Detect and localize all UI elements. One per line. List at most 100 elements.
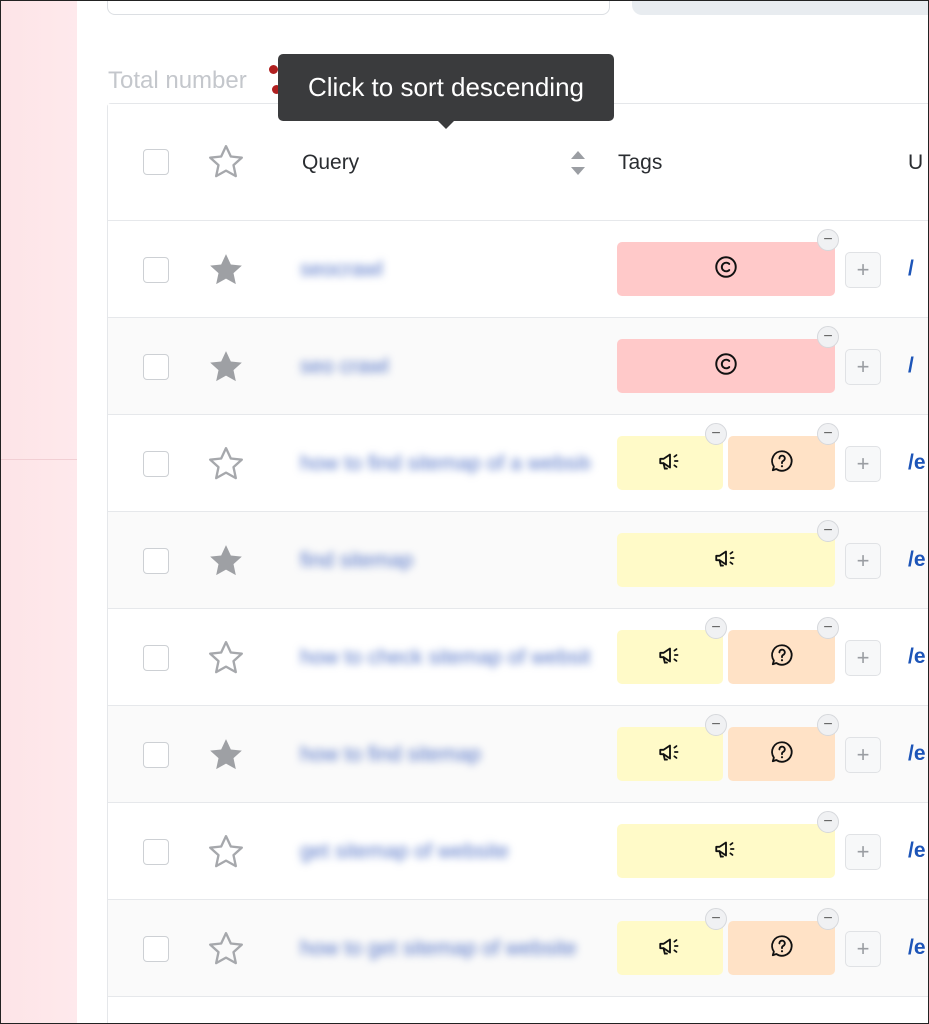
sidebar-divider xyxy=(1,459,77,460)
row-checkbox[interactable] xyxy=(143,257,169,283)
tag-remove-button[interactable]: − xyxy=(817,617,839,639)
star-filled-icon[interactable] xyxy=(206,541,246,581)
table-row: get sitemap of website − + /e xyxy=(108,803,928,900)
query-link[interactable]: how to find sitemap xyxy=(300,743,481,767)
question-icon xyxy=(769,739,795,770)
question-icon xyxy=(769,448,795,479)
tag-remove-button[interactable]: − xyxy=(817,229,839,251)
tag-add-button[interactable]: + xyxy=(845,543,881,579)
row-checkbox[interactable] xyxy=(143,548,169,574)
top-tab[interactable] xyxy=(632,1,928,15)
url-link[interactable]: /e xyxy=(908,451,926,475)
tag-remove-button[interactable]: − xyxy=(817,326,839,348)
megaphone-icon xyxy=(657,642,683,673)
left-sidebar xyxy=(1,1,77,1023)
column-header-url[interactable]: U xyxy=(908,151,923,175)
star-outline-icon[interactable] xyxy=(206,638,246,678)
tag-add-button[interactable]: + xyxy=(845,446,881,482)
query-link[interactable]: seocrawl xyxy=(300,258,383,282)
url-link[interactable]: /e xyxy=(908,742,926,766)
column-header-tags: Tags xyxy=(618,151,663,174)
table-row: seocrawl − + / xyxy=(108,221,928,318)
url-link[interactable]: /e xyxy=(908,548,926,572)
table-header: Query Tags U xyxy=(108,104,928,221)
megaphone-icon xyxy=(713,836,739,867)
tag-remove-button[interactable]: − xyxy=(817,811,839,833)
tag-remove-button[interactable]: − xyxy=(705,714,727,736)
tag-remove-button[interactable]: − xyxy=(705,908,727,930)
table-row: how to get sitemap of website − − +/e xyxy=(108,900,928,997)
tag-remove-button[interactable]: − xyxy=(817,908,839,930)
url-link[interactable]: /e xyxy=(908,839,926,863)
tag-chip[interactable] xyxy=(728,921,835,975)
tag-add-button[interactable]: + xyxy=(845,252,881,288)
tag-chip[interactable] xyxy=(728,727,835,781)
tag-add-button[interactable]: + xyxy=(845,834,881,870)
star-filled-icon[interactable] xyxy=(206,250,246,290)
tag-chip[interactable] xyxy=(617,242,835,296)
url-link[interactable]: / xyxy=(908,257,914,281)
star-outline-icon[interactable] xyxy=(206,832,246,872)
star-filled-icon[interactable] xyxy=(206,735,246,775)
table-row: find sitemap − + /e xyxy=(108,512,928,609)
query-link[interactable]: how to check sitemap of website xyxy=(300,646,590,670)
table-row: seo crawl − + / xyxy=(108,318,928,415)
tag-chip[interactable] xyxy=(617,727,723,781)
megaphone-icon xyxy=(713,545,739,576)
tag-add-button[interactable]: + xyxy=(845,640,881,676)
tag-remove-button[interactable]: − xyxy=(817,714,839,736)
tag-chip[interactable] xyxy=(728,630,835,684)
tag-remove-button[interactable]: − xyxy=(817,520,839,542)
tag-add-button[interactable]: + xyxy=(845,931,881,967)
row-checkbox[interactable] xyxy=(143,742,169,768)
url-link[interactable]: /e xyxy=(908,936,926,960)
tooltip-arrow xyxy=(437,120,455,129)
megaphone-icon xyxy=(657,448,683,479)
select-all-checkbox[interactable] xyxy=(143,149,169,175)
tag-chip[interactable] xyxy=(617,436,723,490)
row-checkbox[interactable] xyxy=(143,451,169,477)
star-filled-icon[interactable] xyxy=(206,347,246,387)
question-icon xyxy=(769,933,795,964)
star-outline-icon[interactable] xyxy=(206,444,246,484)
tag-chip[interactable] xyxy=(617,921,723,975)
tag-remove-button[interactable]: − xyxy=(705,617,727,639)
star-outline-icon[interactable] xyxy=(206,142,246,182)
row-checkbox[interactable] xyxy=(143,839,169,865)
query-link[interactable]: seo crawl xyxy=(300,355,389,379)
tag-add-button[interactable]: + xyxy=(845,737,881,773)
question-icon xyxy=(769,642,795,673)
query-link[interactable]: get sitemap of website xyxy=(300,840,509,864)
search-input[interactable] xyxy=(107,1,610,15)
keywords-table: Query Tags U seocrawl − + / seo crawl − + / how … xyxy=(107,103,928,1023)
tag-add-button[interactable]: + xyxy=(845,349,881,385)
tag-chip[interactable] xyxy=(617,630,723,684)
row-checkbox[interactable] xyxy=(143,936,169,962)
megaphone-icon xyxy=(657,933,683,964)
table-row: how to find sitemap of a website − − +/e xyxy=(108,415,928,512)
url-link[interactable]: /e xyxy=(908,645,926,669)
megaphone-icon xyxy=(657,739,683,770)
tag-chip[interactable] xyxy=(617,533,835,587)
query-link[interactable]: how to find sitemap of a website xyxy=(300,452,590,476)
row-checkbox[interactable] xyxy=(143,645,169,671)
tag-remove-button[interactable]: − xyxy=(705,423,727,445)
sort-icon[interactable] xyxy=(568,148,588,178)
sort-tooltip: Click to sort descending xyxy=(278,54,614,121)
tag-remove-button[interactable]: − xyxy=(817,423,839,445)
query-link[interactable]: find sitemap xyxy=(300,549,413,573)
url-link[interactable]: / xyxy=(908,354,914,378)
tag-chip[interactable] xyxy=(617,824,835,878)
total-number-label: Total number xyxy=(108,67,247,94)
copyright-icon xyxy=(713,254,739,285)
star-outline-icon[interactable] xyxy=(206,929,246,969)
tag-chip[interactable] xyxy=(728,436,835,490)
row-checkbox[interactable] xyxy=(143,354,169,380)
query-link[interactable]: how to get sitemap of website xyxy=(300,937,577,961)
column-header-query[interactable]: Query xyxy=(302,151,359,175)
table-row: how to find sitemap − − +/e xyxy=(108,706,928,803)
tag-chip[interactable] xyxy=(617,339,835,393)
table-row: how to check sitemap of website − − +/e xyxy=(108,609,928,706)
copyright-icon xyxy=(713,351,739,382)
app-frame: Total number Query Tags U seocrawl − + / seo… xyxy=(0,0,929,1024)
